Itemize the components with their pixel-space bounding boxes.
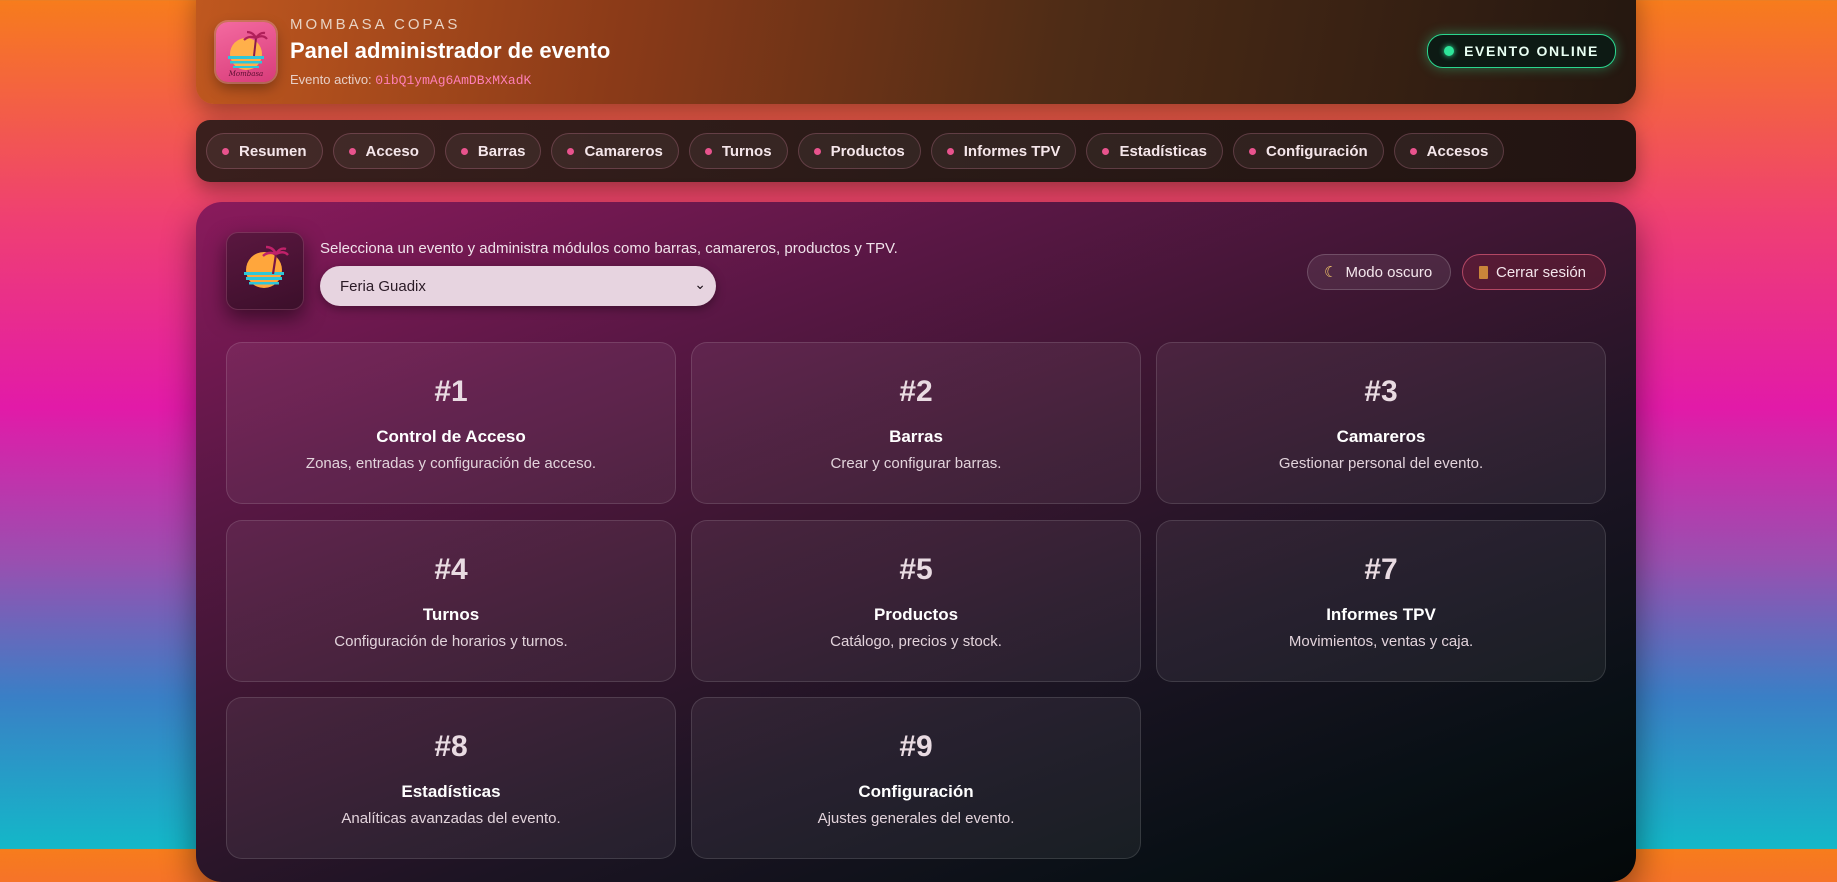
nav-item-resumen[interactable]: Resumen [206, 133, 323, 169]
module-title: Camareros [1336, 427, 1426, 446]
module-desc: Analíticas avanzadas del evento. [341, 810, 561, 827]
main-panel: Selecciona un evento y administra módulo… [196, 202, 1636, 882]
module-number: #1 [434, 375, 468, 408]
event-select[interactable]: Feria Guadix ⌄ [320, 266, 716, 306]
online-dot-icon [1444, 46, 1455, 56]
nav-dot-icon [460, 147, 468, 155]
active-event-line: Evento activo: 0ibQ1ymAg6AmDBxMXadK [290, 72, 531, 88]
nav-item-acceso[interactable]: Acceso [332, 133, 435, 169]
nav-dot-icon [813, 147, 821, 155]
nav-label: Accesos [1426, 142, 1489, 160]
active-event-id: 0ibQ1ymAg6AmDBxMXadK [375, 73, 532, 88]
door-icon [1479, 265, 1488, 279]
nav-dot-icon [1248, 147, 1256, 155]
dark-mode-button[interactable]: ☾ Modo oscuro [1307, 254, 1451, 290]
nav-item-informes-tpv[interactable]: Informes TPV [930, 133, 1077, 169]
nav-item-camareros[interactable]: Camareros [551, 133, 679, 169]
nav-dot-icon [946, 147, 954, 155]
module-card-barras[interactable]: #2 Barras Crear y configurar barras. [691, 342, 1141, 504]
module-card-estadisticas[interactable]: #8 Estadísticas Analíticas avanzadas del… [226, 697, 676, 859]
module-number: #9 [899, 730, 933, 763]
status-text: EVENTO ONLINE [1464, 43, 1599, 59]
brand-name: MOMBASA COPAS [290, 16, 461, 33]
intro-text: Selecciona un evento y administra módulo… [320, 240, 898, 257]
module-number: #5 [899, 553, 933, 586]
module-number: #8 [434, 730, 468, 763]
module-card-productos[interactable]: #5 Productos Catálogo, precios y stock. [691, 520, 1141, 682]
module-desc: Configuración de horarios y turnos. [334, 633, 568, 650]
module-desc: Ajustes generales del evento. [817, 810, 1015, 827]
module-title: Barras [889, 427, 943, 446]
nav-label: Configuración [1265, 142, 1368, 160]
sunset-palm-icon [244, 245, 289, 288]
module-desc: Gestionar personal del evento. [1278, 455, 1484, 472]
module-title: Informes TPV [1326, 605, 1436, 624]
module-card-control-acceso[interactable]: #1 Control de Acceso Zonas, entradas y c… [226, 342, 676, 504]
nav-label: Informes TPV [963, 142, 1061, 160]
nav-item-accesos[interactable]: Accesos [1393, 133, 1505, 169]
nav-label: Barras [477, 142, 526, 160]
page-title: Panel administrador de evento [290, 38, 611, 63]
module-number: #2 [899, 375, 933, 408]
sunset-palm-icon: Mombasa [228, 30, 268, 78]
nav-item-productos[interactable]: Productos [797, 133, 921, 169]
nav-label: Turnos [721, 142, 772, 160]
chevron-down-icon: ⌄ [694, 276, 706, 292]
module-title: Turnos [422, 605, 480, 624]
nav-label: Camareros [584, 142, 663, 160]
dark-mode-label: Modo oscuro [1345, 263, 1433, 281]
nav-item-turnos[interactable]: Turnos [688, 133, 788, 169]
module-title: Configuración [858, 782, 974, 801]
nav-dot-icon [1409, 147, 1417, 155]
module-number: #3 [1364, 375, 1398, 408]
module-card-turnos[interactable]: #4 Turnos Configuración de horarios y tu… [226, 520, 676, 682]
status-badge: EVENTO ONLINE [1427, 34, 1616, 68]
nav-dot-icon [704, 147, 712, 155]
active-event-label: Evento activo: [290, 72, 372, 87]
module-desc: Movimientos, ventas y caja. [1288, 633, 1474, 650]
logout-label: Cerrar sesión [1496, 263, 1587, 281]
module-desc: Zonas, entradas y configuración de acces… [305, 455, 597, 472]
module-title: Productos [873, 605, 959, 624]
nav-item-barras[interactable]: Barras [444, 133, 542, 169]
main-nav: Resumen Acceso Barras Camareros Turnos P… [196, 120, 1636, 182]
module-title: Estadísticas [401, 782, 501, 801]
logout-button[interactable]: Cerrar sesión [1462, 254, 1606, 290]
nav-label: Resumen [239, 142, 307, 160]
module-desc: Crear y configurar barras. [830, 455, 1002, 472]
brand-logo: Mombasa [216, 22, 276, 82]
nav-dot-icon [348, 147, 356, 155]
module-card-configuracion[interactable]: #9 Configuración Ajustes generales del e… [691, 697, 1141, 859]
module-number: #4 [434, 553, 468, 586]
module-desc: Catálogo, precios y stock. [830, 633, 1002, 650]
module-title: Control de Acceso [376, 427, 526, 446]
event-logo [226, 232, 304, 310]
nav-label: Estadísticas [1119, 142, 1207, 160]
nav-label: Productos [830, 142, 905, 160]
nav-dot-icon [1102, 147, 1110, 155]
nav-item-configuracion[interactable]: Configuración [1232, 133, 1384, 169]
module-card-informes-tpv[interactable]: #7 Informes TPV Movimientos, ventas y ca… [1156, 520, 1606, 682]
app-header: Mombasa MOMBASA COPAS Panel administrado… [196, 0, 1636, 104]
moon-icon: ☾ [1324, 264, 1338, 281]
module-number: #7 [1364, 553, 1398, 586]
event-select-value: Feria Guadix [340, 277, 426, 295]
nav-label: Acceso [365, 142, 419, 160]
nav-dot-icon [567, 147, 575, 155]
logo-wordmark: Mombasa [228, 70, 263, 78]
nav-dot-icon [222, 147, 229, 155]
nav-item-estadisticas[interactable]: Estadísticas [1086, 133, 1223, 169]
module-card-camareros[interactable]: #3 Camareros Gestionar personal del even… [1156, 342, 1606, 504]
